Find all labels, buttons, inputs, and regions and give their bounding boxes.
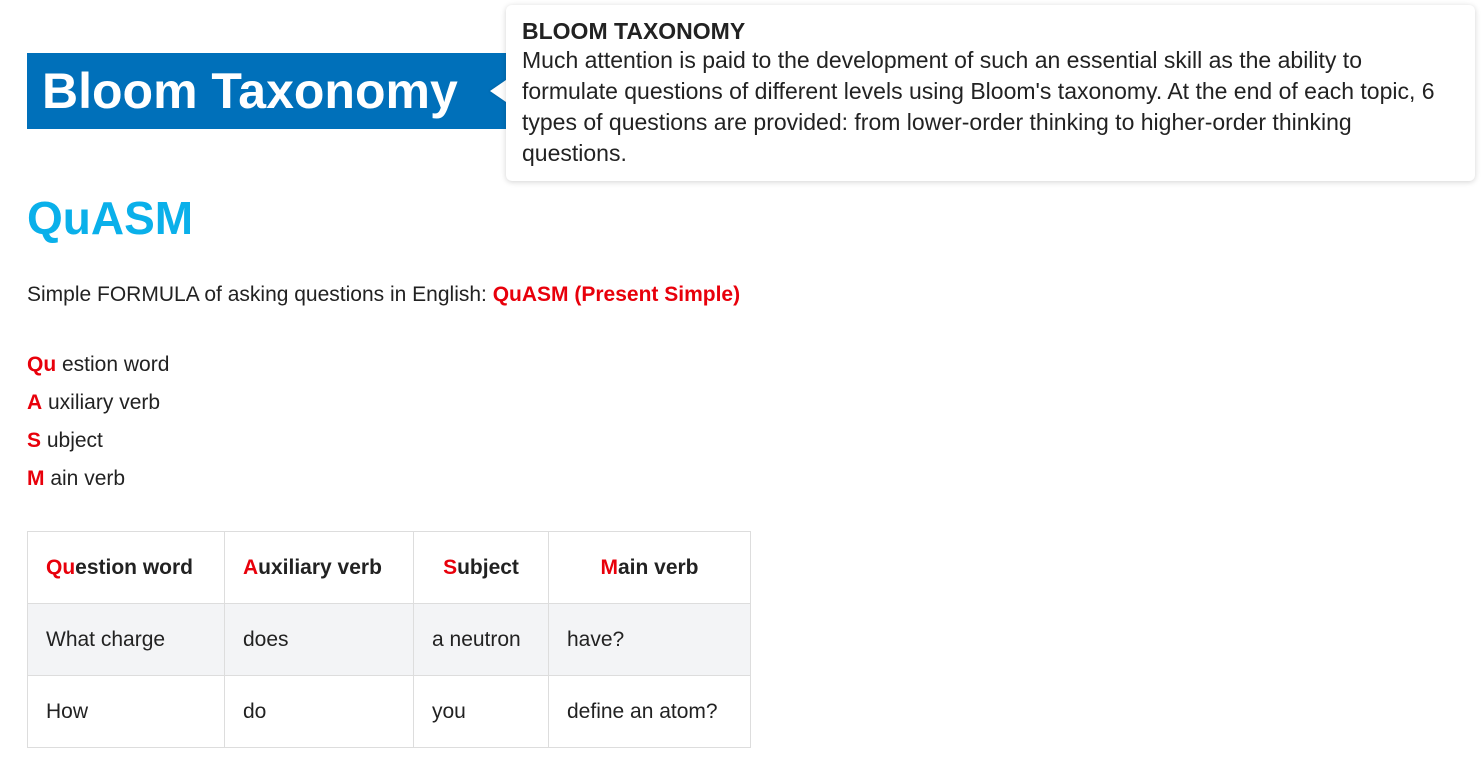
acronym-rest: estion word <box>56 353 170 376</box>
section-heading: QuASM <box>27 192 194 244</box>
table-header-row: Question word Auxiliary verb Subject Mai… <box>27 531 751 604</box>
acronym-item: M ain verb <box>27 460 169 498</box>
header-main-verb: Main verb <box>548 531 751 604</box>
acronym-letter: Qu <box>27 353 57 376</box>
header-question-word: Question word <box>27 531 225 604</box>
header-highlight: S <box>443 555 458 579</box>
header-rest: uxiliary verb <box>258 555 382 579</box>
acronym-letter: S <box>27 429 42 452</box>
table-cell: What charge <box>27 603 225 676</box>
acronym-item: S ubject <box>27 422 169 460</box>
formula-prefix: Simple FORMULA of asking questions in En… <box>27 283 493 306</box>
acronym-list: Qu estion word A uxiliary verb S ubject … <box>27 346 169 498</box>
acronym-item: A uxiliary verb <box>27 384 169 422</box>
table-row: How do you define an atom? <box>27 675 751 748</box>
table-cell: a neutron <box>413 603 549 676</box>
acronym-rest: ubject <box>41 429 103 452</box>
formula-highlight: QuASM (Present Simple) <box>492 283 741 306</box>
header-rest: ubject <box>457 555 519 579</box>
header-highlight: Qu <box>46 555 76 579</box>
header-highlight: A <box>243 555 259 579</box>
table-cell: have? <box>548 603 751 676</box>
header-subject: Subject <box>413 531 549 604</box>
table-cell: do <box>224 675 414 748</box>
table-cell: does <box>224 603 414 676</box>
tooltip-body: Much attention is paid to the developmen… <box>522 47 1435 166</box>
header-rest: estion word <box>75 555 194 579</box>
acronym-item: Qu estion word <box>27 346 169 384</box>
tooltip-title: BLOOM TAXONOMY <box>522 18 746 44</box>
tooltip-popover: BLOOM TAXONOMY Much attention is paid to… <box>506 5 1475 181</box>
acronym-letter: A <box>27 391 43 414</box>
header-rest: ain verb <box>617 555 699 579</box>
page: Bloom Taxonomy BLOOM TAXONOMY Much atten… <box>0 0 1483 760</box>
formula-line: Simple FORMULA of asking questions in En… <box>27 280 740 310</box>
acronym-rest: uxiliary verb <box>42 391 161 414</box>
acronym-rest: ain verb <box>44 467 126 490</box>
header-highlight: M <box>600 555 618 579</box>
banner-title: Bloom Taxonomy <box>27 53 507 129</box>
table-cell: define an atom? <box>548 675 751 748</box>
quasm-table: Question word Auxiliary verb Subject Mai… <box>27 531 751 748</box>
table-cell: How <box>27 675 225 748</box>
header-auxiliary-verb: Auxiliary verb <box>224 531 414 604</box>
table-row: What charge does a neutron have? <box>27 603 751 676</box>
tooltip-arrow <box>490 80 506 102</box>
acronym-letter: M <box>27 467 45 490</box>
table-cell: you <box>413 675 549 748</box>
